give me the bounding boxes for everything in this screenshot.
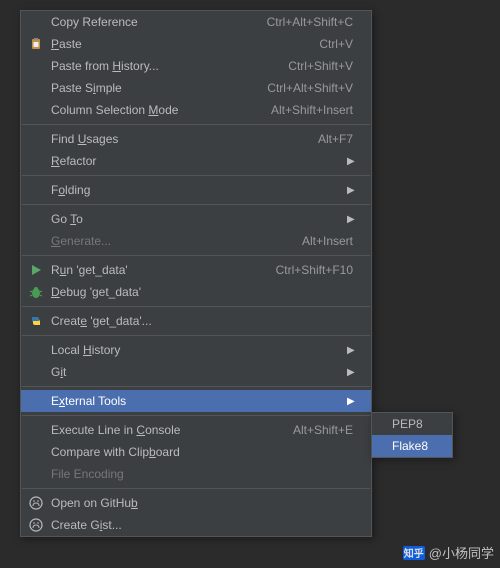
blank-icon: [27, 444, 45, 460]
shortcut: Ctrl+Alt+Shift+C: [267, 15, 353, 29]
watermark: 知乎 @小杨同学: [403, 543, 494, 562]
python-icon: [27, 313, 45, 329]
separator: [22, 255, 370, 256]
menu-label: Execute Line in Console: [51, 423, 281, 437]
blank-icon: [27, 58, 45, 74]
github-icon: [27, 517, 45, 533]
submenu-arrow-icon: ▶: [347, 156, 353, 167]
shortcut: Ctrl+Shift+F10: [276, 263, 353, 277]
run-item[interactable]: Run 'get_data' Ctrl+Shift+F10: [21, 259, 371, 281]
column-mode-item[interactable]: Column Selection Mode Alt+Shift+Insert: [21, 99, 371, 121]
blank-icon: [27, 466, 45, 482]
blank-icon: [27, 393, 45, 409]
shortcut: Alt+Insert: [302, 234, 353, 248]
separator: [22, 204, 370, 205]
menu-label: Copy Reference: [51, 15, 255, 29]
blank-icon: [27, 153, 45, 169]
shortcut: Ctrl+Alt+Shift+V: [267, 81, 353, 95]
blank-icon: [27, 80, 45, 96]
open-github-item[interactable]: Open on GitHub: [21, 492, 371, 514]
blank-icon: [27, 233, 45, 249]
github-icon: [27, 495, 45, 511]
watermark-text: @小杨同学: [429, 543, 494, 562]
submenu-arrow-icon: ▶: [347, 396, 353, 407]
create-item[interactable]: Create 'get_data'...: [21, 310, 371, 332]
menu-label: Flake8: [392, 439, 442, 453]
compare-clipboard-item[interactable]: Compare with Clipboard: [21, 441, 371, 463]
execute-console-item[interactable]: Execute Line in Console Alt+Shift+E: [21, 419, 371, 441]
paste-icon: [27, 36, 45, 52]
local-history-item[interactable]: Local History ▶: [21, 339, 371, 361]
separator: [22, 386, 370, 387]
separator: [22, 175, 370, 176]
copy-reference-item[interactable]: Copy Reference Ctrl+Alt+Shift+C: [21, 11, 371, 33]
menu-label: Find Usages: [51, 132, 306, 146]
paste-item[interactable]: Paste Ctrl+V: [21, 33, 371, 55]
file-encoding-item[interactable]: File Encoding: [21, 463, 371, 485]
submenu-arrow-icon: ▶: [347, 345, 353, 356]
menu-label: Run 'get_data': [51, 263, 264, 277]
menu-label: PEP8: [392, 417, 442, 431]
menu-label: Go To: [51, 212, 337, 226]
menu-label: Debug 'get_data': [51, 285, 353, 299]
run-icon: [27, 262, 45, 278]
create-gist-item[interactable]: Create Gist...: [21, 514, 371, 536]
git-item[interactable]: Git ▶: [21, 361, 371, 383]
menu-label: Column Selection Mode: [51, 103, 259, 117]
goto-item[interactable]: Go To ▶: [21, 208, 371, 230]
menu-label: Create 'get_data'...: [51, 314, 353, 328]
context-menu: Copy Reference Ctrl+Alt+Shift+C Paste Ct…: [20, 10, 372, 537]
separator: [22, 124, 370, 125]
find-usages-item[interactable]: Find Usages Alt+F7: [21, 128, 371, 150]
blank-icon: [27, 131, 45, 147]
menu-label: Paste from History...: [51, 59, 276, 73]
submenu-arrow-icon: ▶: [347, 185, 353, 196]
menu-label: Open on GitHub: [51, 496, 353, 510]
shortcut: Ctrl+V: [319, 37, 353, 51]
refactor-item[interactable]: Refactor ▶: [21, 150, 371, 172]
menu-label: Create Gist...: [51, 518, 353, 532]
paste-simple-item[interactable]: Paste Simple Ctrl+Alt+Shift+V: [21, 77, 371, 99]
blank-icon: [27, 422, 45, 438]
pep8-item[interactable]: PEP8: [372, 413, 452, 435]
menu-label: Git: [51, 365, 337, 379]
folding-item[interactable]: Folding ▶: [21, 179, 371, 201]
submenu-arrow-icon: ▶: [347, 214, 353, 225]
submenu-arrow-icon: ▶: [347, 367, 353, 378]
debug-item[interactable]: Debug 'get_data': [21, 281, 371, 303]
menu-label: Refactor: [51, 154, 337, 168]
menu-label: Compare with Clipboard: [51, 445, 353, 459]
debug-icon: [27, 284, 45, 300]
separator: [22, 335, 370, 336]
shortcut: Ctrl+Shift+V: [288, 59, 353, 73]
shortcut: Alt+Shift+Insert: [271, 103, 353, 117]
menu-label: Folding: [51, 183, 337, 197]
external-tools-item[interactable]: External Tools ▶: [21, 390, 371, 412]
separator: [22, 488, 370, 489]
separator: [22, 415, 370, 416]
flake8-item[interactable]: Flake8: [372, 435, 452, 457]
menu-label: Paste: [51, 37, 307, 51]
menu-label: Paste Simple: [51, 81, 255, 95]
blank-icon: [27, 14, 45, 30]
paste-history-item[interactable]: Paste from History... Ctrl+Shift+V: [21, 55, 371, 77]
blank-icon: [27, 211, 45, 227]
menu-label: Local History: [51, 343, 337, 357]
menu-label: File Encoding: [51, 467, 353, 481]
blank-icon: [27, 342, 45, 358]
generate-item[interactable]: Generate... Alt+Insert: [21, 230, 371, 252]
external-tools-submenu: PEP8 Flake8: [371, 412, 453, 458]
blank-icon: [27, 102, 45, 118]
blank-icon: [27, 364, 45, 380]
blank-icon: [27, 182, 45, 198]
separator: [22, 306, 370, 307]
zhihu-icon: 知乎: [403, 546, 425, 560]
menu-label: External Tools: [51, 394, 337, 408]
shortcut: Alt+F7: [318, 132, 353, 146]
menu-label: Generate...: [51, 234, 290, 248]
shortcut: Alt+Shift+E: [293, 423, 353, 437]
